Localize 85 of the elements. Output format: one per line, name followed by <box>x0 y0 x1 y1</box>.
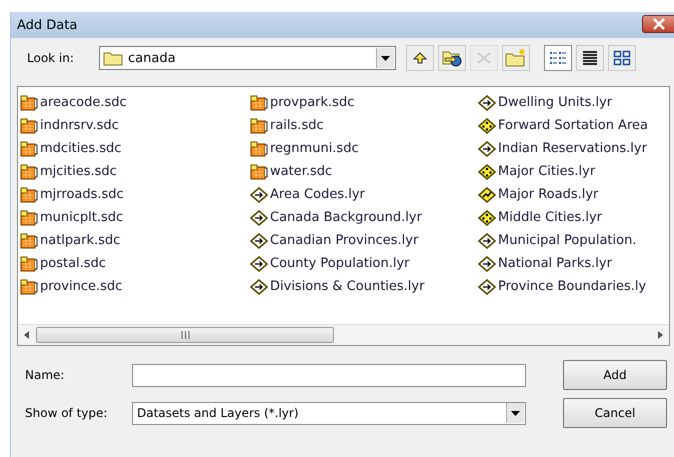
file-item[interactable]: Canada Background.lyr <box>250 206 478 229</box>
folder-icon <box>103 50 123 66</box>
dataset-icon <box>20 278 38 294</box>
grip-icon <box>180 331 190 339</box>
scroll-right-icon <box>657 331 663 339</box>
dataset-icon <box>20 94 38 110</box>
layer-icon <box>478 256 496 272</box>
look-in-label: Look in: <box>27 51 75 65</box>
layer-icon <box>478 278 496 294</box>
horizontal-scrollbar[interactable] <box>18 324 669 345</box>
file-item[interactable]: indnrsrv.sdc <box>20 114 250 137</box>
thumbnails-view-icon <box>613 50 631 66</box>
view-button[interactable] <box>608 45 636 71</box>
dataset-icon <box>20 210 38 226</box>
dataset-icon <box>250 94 268 110</box>
add-button[interactable]: Add <box>563 360 667 390</box>
layer-icon <box>478 232 496 248</box>
layer-icon <box>250 278 268 294</box>
dataset-icon <box>20 140 38 156</box>
up-arrow-icon <box>411 50 429 66</box>
scrollbar-thumb[interactable] <box>36 327 334 343</box>
new-folder-icon <box>505 49 527 67</box>
file-item[interactable]: Municipal Population. <box>478 229 669 252</box>
dataset-icon <box>20 118 38 134</box>
disconnect-icon <box>475 50 493 66</box>
view-button[interactable] <box>544 45 572 71</box>
scroll-left-icon <box>24 331 30 339</box>
file-item[interactable]: provpark.sdc <box>250 91 478 114</box>
point-layer-icon <box>478 210 496 226</box>
cancel-button[interactable]: Cancel <box>563 398 667 428</box>
file-item[interactable]: National Parks.lyr <box>478 252 669 275</box>
line-layer-icon <box>478 186 496 202</box>
file-item[interactable]: postal.sdc <box>20 252 250 275</box>
type-dropdown[interactable]: Datasets and Layers (*.lyr) <box>132 402 526 424</box>
file-item[interactable]: Province Boundaries.ly <box>478 275 669 298</box>
toolbar-button[interactable] <box>438 45 466 71</box>
file-item[interactable]: mjrroads.sdc <box>20 183 250 206</box>
details-view-icon <box>581 50 599 66</box>
window-title: Add Data <box>17 18 78 32</box>
file-item[interactable]: water.sdc <box>250 160 478 183</box>
close-icon <box>652 18 666 30</box>
layer-icon <box>250 210 268 226</box>
layer-icon <box>250 256 268 272</box>
toolbar-button[interactable] <box>406 45 434 71</box>
dataset-icon <box>20 232 38 248</box>
folder-globe-icon <box>442 49 462 67</box>
file-item[interactable]: areacode.sdc <box>20 91 250 114</box>
caret-icon <box>511 410 520 416</box>
file-item[interactable]: Major Cities.lyr <box>478 160 669 183</box>
file-item[interactable]: Major Roads.lyr <box>478 183 669 206</box>
view-button[interactable] <box>576 45 604 71</box>
file-item[interactable]: province.sdc <box>20 275 250 298</box>
file-item[interactable]: regnmuni.sdc <box>250 137 478 160</box>
layer-icon <box>478 140 496 156</box>
dataset-icon <box>250 118 268 134</box>
point-layer-icon <box>478 164 496 180</box>
layer-icon <box>250 232 268 248</box>
list-view-icon <box>549 50 567 66</box>
name-label: Name: <box>25 368 66 382</box>
file-item[interactable]: Area Codes.lyr <box>250 183 478 206</box>
file-item[interactable]: Forward Sortation Area <box>478 114 669 137</box>
file-item[interactable]: rails.sdc <box>250 114 478 137</box>
file-item[interactable]: Middle Cities.lyr <box>478 206 669 229</box>
point-layer-icon <box>478 118 496 134</box>
file-item[interactable]: mjcities.sdc <box>20 160 250 183</box>
look-in-dropdown[interactable]: canada <box>99 46 396 70</box>
type-label: Show of type: <box>25 406 108 420</box>
file-item[interactable]: natlpark.sdc <box>20 229 250 252</box>
file-item[interactable]: Divisions & Counties.lyr <box>250 275 478 298</box>
close-button[interactable] <box>642 15 674 33</box>
file-item[interactable]: Dwelling Units.lyr <box>478 91 669 114</box>
dataset-icon <box>250 164 268 180</box>
dataset-icon <box>20 164 38 180</box>
file-item[interactable]: County Population.lyr <box>250 252 478 275</box>
caret-icon <box>381 56 390 60</box>
name-field[interactable] <box>132 364 526 386</box>
dataset-icon <box>20 256 38 272</box>
file-item[interactable]: Canadian Provinces.lyr <box>250 229 478 252</box>
file-item[interactable]: mdcities.sdc <box>20 137 250 160</box>
file-item[interactable]: municplt.sdc <box>20 206 250 229</box>
layer-icon <box>250 186 268 202</box>
file-item[interactable]: Indian Reservations.lyr <box>478 137 669 160</box>
dataset-icon <box>20 186 38 202</box>
dataset-icon <box>250 140 268 156</box>
layer-icon <box>478 94 496 110</box>
